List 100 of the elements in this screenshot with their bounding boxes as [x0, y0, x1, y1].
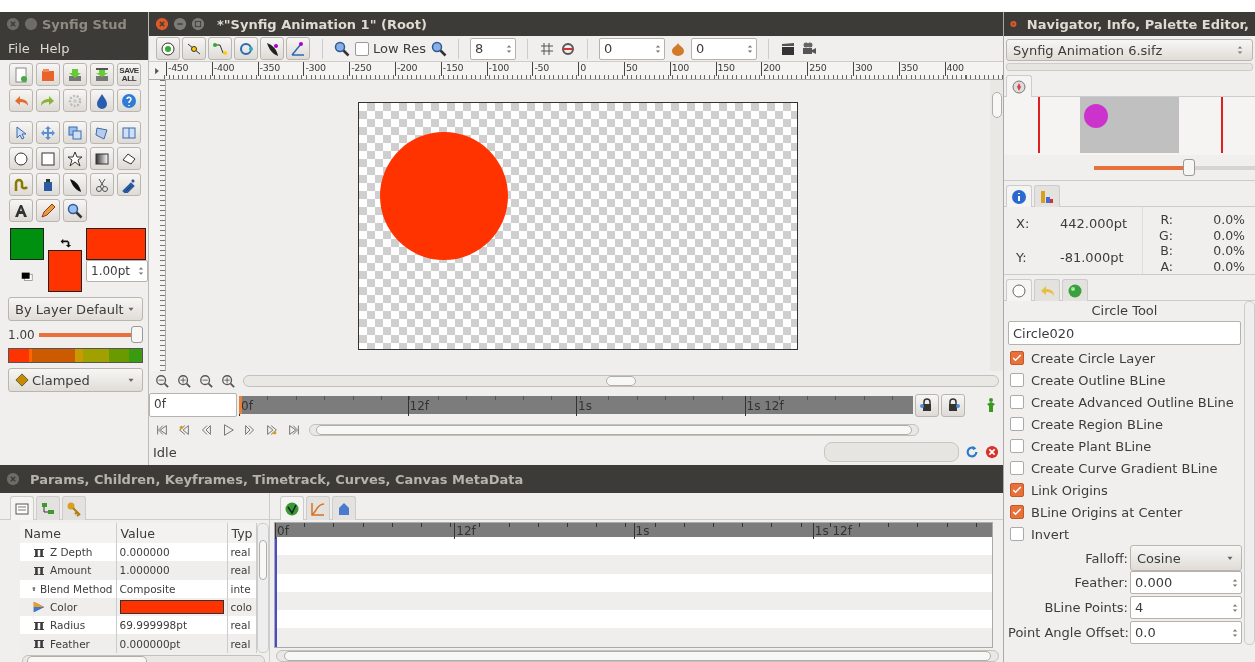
column-header[interactable]: Typ: [227, 523, 257, 543]
interpolation-dropdown[interactable]: Clamped: [8, 368, 143, 392]
column-header[interactable]: Name: [20, 523, 116, 543]
redo-button[interactable]: [36, 89, 60, 112]
close-button[interactable]: [6, 17, 20, 31]
close-icon[interactable]: [6, 472, 20, 486]
seek-begin-icon[interactable]: [155, 423, 169, 437]
outline-color-swatch[interactable]: [10, 228, 44, 260]
seek-back-icon[interactable]: [199, 423, 213, 437]
horizontal-scrollbar[interactable]: [309, 424, 919, 436]
quality-icon[interactable]: [430, 40, 447, 57]
table-row[interactable]: π Amount 1.000000 real: [20, 561, 257, 580]
save-button[interactable]: [63, 63, 87, 86]
zoom-in-icon[interactable]: [177, 374, 191, 388]
play-icon[interactable]: [221, 423, 235, 437]
seek-end-icon[interactable]: [287, 423, 301, 437]
fill-color-swatch[interactable]: [86, 228, 146, 260]
onion-past-field[interactable]: 0: [598, 37, 665, 60]
radius-handles-button[interactable]: [234, 37, 258, 60]
refresh-icon[interactable]: [965, 445, 979, 459]
eyedrop-tool-button[interactable]: [117, 173, 141, 196]
zoom-out-icon[interactable]: [155, 374, 169, 388]
horizontal-scrollbar[interactable]: [1006, 63, 1253, 71]
render-zoom-icon[interactable]: [334, 40, 350, 57]
number-field[interactable]: 0.0: [1130, 621, 1242, 644]
color-swatch[interactable]: [119, 600, 224, 615]
minimize-button[interactable]: [173, 17, 187, 31]
number-field[interactable]: 0.000: [1130, 571, 1242, 594]
number-field[interactable]: 4: [1130, 596, 1242, 619]
horizontal-scrollbar[interactable]: [243, 375, 999, 387]
vertical-scrollbar[interactable]: [1244, 301, 1255, 645]
checkbox[interactable]: [1010, 461, 1024, 475]
vertical-scrollbar[interactable]: [990, 80, 1003, 371]
blend-method-dropdown[interactable]: By Layer Default: [8, 297, 143, 321]
time-field[interactable]: 0f: [149, 393, 237, 417]
rotate-tool-button[interactable]: [90, 121, 114, 144]
undo-button[interactable]: [9, 89, 33, 112]
palette-strip[interactable]: [8, 348, 143, 363]
polygon-tool-button[interactable]: [117, 147, 141, 170]
tangent-handles-button[interactable]: [182, 37, 206, 60]
circle-shape[interactable]: [379, 130, 509, 261]
table-row[interactable]: π Feather 0.000000pt real: [20, 634, 257, 653]
column-header[interactable]: Value: [116, 523, 227, 543]
zoom-in-icon[interactable]: [221, 374, 235, 388]
menu-item[interactable]: File: [8, 40, 30, 56]
checkbox[interactable]: [1010, 439, 1024, 453]
snap-icon[interactable]: [559, 40, 576, 57]
checkbox[interactable]: [1010, 373, 1024, 387]
circle-tool-button[interactable]: [9, 147, 33, 170]
width-handles-button[interactable]: [208, 37, 232, 60]
slider-thumb[interactable]: [131, 326, 143, 343]
normal-mode-button[interactable]: [156, 37, 180, 60]
grid-icon[interactable]: [538, 40, 555, 57]
panel-tab[interactable]: [280, 496, 304, 520]
checkbox[interactable]: [1010, 527, 1024, 541]
gradient-tool-button[interactable]: [90, 147, 114, 170]
timetrack-lanes[interactable]: [275, 537, 992, 647]
layer-name-field[interactable]: Circle020: [1008, 321, 1241, 345]
zoom-out-icon[interactable]: [199, 374, 213, 388]
feather-handles-button[interactable]: [260, 37, 284, 60]
draw-tool-button[interactable]: [63, 173, 87, 196]
cutout-tool-button[interactable]: [90, 173, 114, 196]
clapperboard-icon[interactable]: [779, 40, 796, 57]
vertical-scrollbar[interactable]: [257, 523, 269, 653]
checkbox[interactable]: [1010, 505, 1024, 519]
seek-forward-icon[interactable]: [243, 423, 257, 437]
maximize-button[interactable]: [191, 17, 205, 31]
reset-colors-icon[interactable]: [20, 270, 34, 284]
lock-past-button[interactable]: [915, 393, 939, 417]
quality-field[interactable]: 8: [469, 37, 516, 60]
fill-color-swatch[interactable]: [48, 250, 82, 292]
zoom-tool-button[interactable]: [63, 199, 87, 222]
table-row[interactable]: π Radius 69.999998pt real: [20, 616, 257, 635]
file-dropdown[interactable]: Synfig Animation 6.sifz: [1006, 39, 1253, 61]
checkbox[interactable]: [355, 41, 369, 56]
open-file-button[interactable]: [36, 63, 60, 86]
slider-thumb[interactable]: [1183, 159, 1196, 176]
lock-future-button[interactable]: [941, 393, 965, 417]
stop-icon[interactable]: [985, 445, 999, 459]
close-button[interactable]: [155, 17, 169, 31]
checkbox[interactable]: [1010, 417, 1024, 431]
checkbox[interactable]: [1010, 483, 1024, 497]
camera-icon[interactable]: [800, 40, 817, 57]
sketch-tool-button[interactable]: [36, 199, 60, 222]
previous-keyframe-icon[interactable]: [177, 423, 191, 437]
angle-handles-button[interactable]: [286, 37, 310, 60]
brush-size-field[interactable]: 1.00pt: [86, 260, 148, 282]
minimize-button[interactable]: [24, 17, 38, 31]
star-tool-button[interactable]: [63, 147, 87, 170]
next-keyframe-icon[interactable]: [265, 423, 279, 437]
new-file-button[interactable]: [9, 63, 33, 86]
spline-tool-button[interactable]: [9, 173, 33, 196]
onion-future-field[interactable]: 0: [690, 37, 757, 60]
help-button[interactable]: [117, 89, 141, 112]
horizontal-scrollbar[interactable]: [276, 650, 999, 662]
menu-item[interactable]: Help: [39, 40, 70, 56]
text-tool-button[interactable]: [9, 199, 33, 222]
checkbox[interactable]: [1010, 395, 1024, 409]
falloff-dropdown[interactable]: Cosine: [1130, 545, 1242, 571]
save-as-button[interactable]: [90, 63, 114, 86]
